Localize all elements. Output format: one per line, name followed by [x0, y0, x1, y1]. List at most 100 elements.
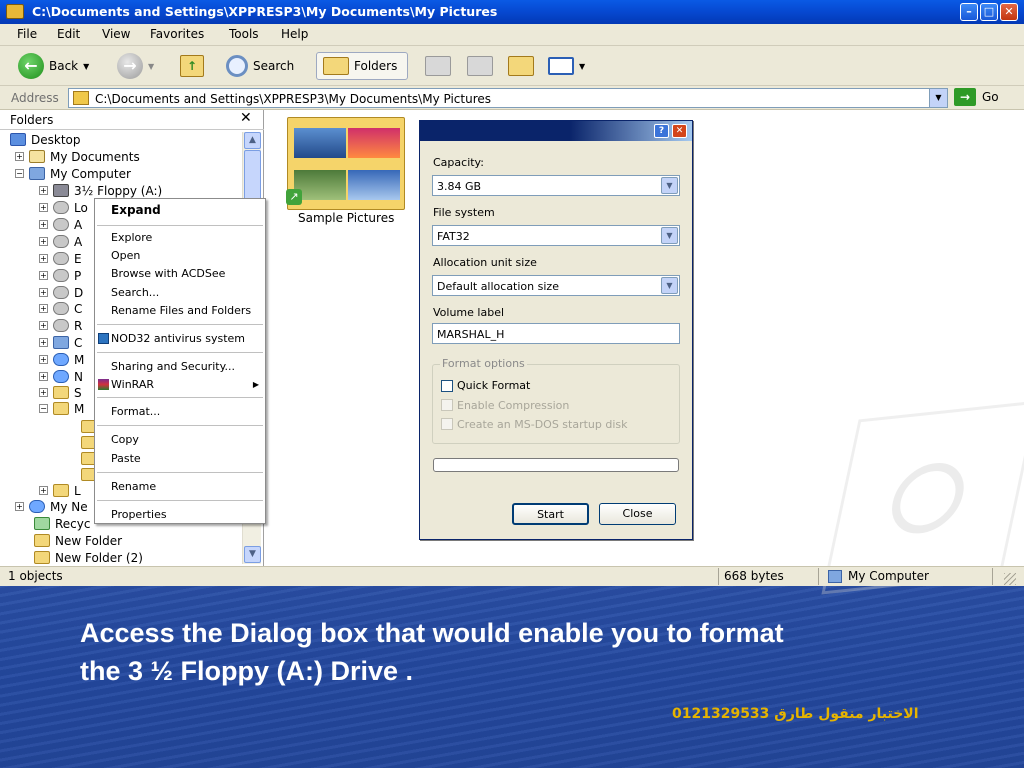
tree-item-drive[interactable]: + E [39, 250, 82, 267]
expand-icon[interactable]: + [39, 338, 48, 347]
back-button[interactable]: ← Back ▼ [18, 52, 89, 80]
allocation-select[interactable]: Default allocation size ▼ [432, 275, 680, 296]
volume-label-input[interactable]: MARSHAL_H [432, 323, 680, 344]
msdos-startup-checkbox[interactable] [441, 418, 453, 430]
tree-item-folder[interactable]: + S [39, 384, 82, 401]
copy-to-button[interactable] [467, 52, 493, 80]
move-to-button[interactable] [425, 52, 451, 80]
expand-icon[interactable]: + [39, 220, 48, 229]
tree-item-shared[interactable]: + M [39, 351, 84, 368]
expand-icon[interactable]: + [15, 502, 24, 511]
expand-icon[interactable]: + [39, 237, 48, 246]
folders-button[interactable]: Folders [316, 52, 408, 80]
menu-view[interactable]: View [102, 27, 130, 41]
chevron-down-icon[interactable]: ▼ [661, 277, 678, 294]
tree-item-my-network[interactable]: + My Ne [15, 498, 88, 515]
tree-item-removable[interactable]: + R [39, 317, 82, 334]
tree-item-folder[interactable]: + L [39, 482, 81, 499]
menu-item-browse-acdsee[interactable]: Browse with ACDSee [111, 267, 225, 280]
tree-item-drive[interactable]: + A [39, 216, 82, 233]
go-button[interactable]: → Go [954, 88, 999, 106]
menu-favorites[interactable]: Favorites [150, 27, 204, 41]
menu-item-sharing[interactable]: Sharing and Security... [111, 360, 235, 373]
tree-item-desktop[interactable]: Desktop [10, 131, 81, 148]
menu-edit[interactable]: Edit [57, 27, 80, 41]
expand-icon[interactable]: + [39, 203, 48, 212]
scroll-down-icon[interactable]: ▼ [244, 546, 261, 563]
dialog-title-bar[interactable]: ? ✕ [420, 121, 692, 141]
menu-item-paste[interactable]: Paste [111, 452, 141, 465]
scroll-up-icon[interactable]: ▲ [244, 132, 261, 149]
dropdown-arrow-icon[interactable]: ▼ [83, 62, 89, 71]
tree-item-new-folder-2[interactable]: New Folder (2) [34, 549, 143, 566]
expand-icon[interactable]: + [39, 304, 48, 313]
address-input[interactable]: C:\Documents and Settings\XPPRESP3\My Do… [68, 88, 948, 108]
expand-icon[interactable]: + [39, 321, 48, 330]
help-icon[interactable]: ? [654, 124, 669, 138]
enable-compression-checkbox[interactable] [441, 399, 453, 411]
expand-icon[interactable]: + [39, 254, 48, 263]
tree-item-recycle-bin[interactable]: Recyc [34, 515, 90, 532]
up-folder-button[interactable]: ↑ [180, 52, 204, 80]
tree-item-drive[interactable]: + A [39, 233, 82, 250]
chevron-down-icon[interactable]: ▼ [661, 177, 678, 194]
dropdown-arrow-icon[interactable]: ▼ [148, 62, 154, 71]
chevron-down-icon[interactable]: ▼ [929, 89, 947, 107]
expand-icon[interactable]: + [15, 152, 24, 161]
tree-item-my-computer[interactable]: − My Computer [15, 165, 131, 182]
menu-help[interactable]: Help [281, 27, 308, 41]
tree-item-drive[interactable]: + Lo [39, 199, 88, 216]
menu-item-rename[interactable]: Rename [111, 480, 156, 493]
menu-item-copy[interactable]: Copy [111, 433, 139, 446]
menu-item-nod32[interactable]: NOD32 antivirus system [111, 332, 245, 345]
tree-item-cd-drive[interactable]: + C [39, 300, 82, 317]
expand-icon[interactable]: + [39, 288, 48, 297]
quick-format-checkbox[interactable] [441, 380, 453, 392]
menu-item-format[interactable]: Format... [111, 405, 160, 418]
expand-icon[interactable]: + [39, 355, 48, 364]
sample-pictures-thumbnail[interactable] [287, 117, 405, 210]
start-button[interactable]: Start [512, 503, 589, 525]
expand-icon[interactable]: + [39, 486, 48, 495]
close-dialog-button[interactable]: Close [599, 503, 676, 525]
menu-item-expand[interactable]: Expand [111, 203, 161, 217]
resize-grip-icon[interactable] [1004, 573, 1016, 585]
title-bar[interactable]: C:\Documents and Settings\XPPRESP3\My Do… [0, 0, 1024, 24]
views-button[interactable]: ▼ [548, 52, 585, 80]
collapse-icon[interactable]: − [39, 404, 48, 413]
dropdown-arrow-icon[interactable]: ▼ [579, 62, 585, 71]
collapse-icon[interactable]: − [15, 169, 24, 178]
menu-item-winrar[interactable]: WinRAR [111, 378, 154, 391]
tree-item-drive[interactable]: + P [39, 267, 81, 284]
tree-item-my-documents[interactable]: + My Documents [15, 148, 140, 165]
capacity-select[interactable]: 3.84 GB ▼ [432, 175, 680, 196]
expand-icon[interactable]: + [39, 186, 48, 195]
tree-item-floppy[interactable]: +3½ Floppy (A:) [39, 182, 162, 199]
forward-button[interactable]: → ▼ [117, 52, 154, 80]
minimize-button[interactable]: – [960, 3, 978, 21]
tree-item-control-panel[interactable]: + C [39, 334, 82, 351]
chevron-down-icon[interactable]: ▼ [661, 227, 678, 244]
menu-item-properties[interactable]: Properties [111, 508, 167, 521]
expand-icon[interactable]: + [39, 388, 48, 397]
close-button[interactable]: ✕ [1000, 3, 1018, 21]
expand-icon[interactable]: + [39, 372, 48, 381]
quick-format-label[interactable]: Quick Format [457, 379, 530, 392]
undo-button[interactable] [508, 52, 534, 80]
expand-icon[interactable]: + [39, 271, 48, 280]
close-icon[interactable]: ✕ [672, 124, 687, 138]
close-icon[interactable]: ✕ [240, 110, 252, 126]
menu-item-explore[interactable]: Explore [111, 231, 152, 244]
menu-item-rename-files[interactable]: Rename Files and Folders [111, 304, 251, 317]
file-system-select[interactable]: FAT32 ▼ [432, 225, 680, 246]
search-button[interactable]: Search [226, 52, 294, 80]
menu-item-open[interactable]: Open [111, 249, 140, 262]
menu-file[interactable]: File [17, 27, 37, 41]
thumbnail-label[interactable]: Sample Pictures [298, 211, 394, 225]
maximize-button[interactable]: □ [980, 3, 998, 21]
tree-item-cd-drive[interactable]: + D [39, 284, 83, 301]
tree-item-network[interactable]: + N [39, 368, 83, 385]
menu-item-search[interactable]: Search... [111, 286, 159, 299]
menu-tools[interactable]: Tools [229, 27, 259, 41]
tree-item-new-folder[interactable]: New Folder [34, 532, 122, 549]
